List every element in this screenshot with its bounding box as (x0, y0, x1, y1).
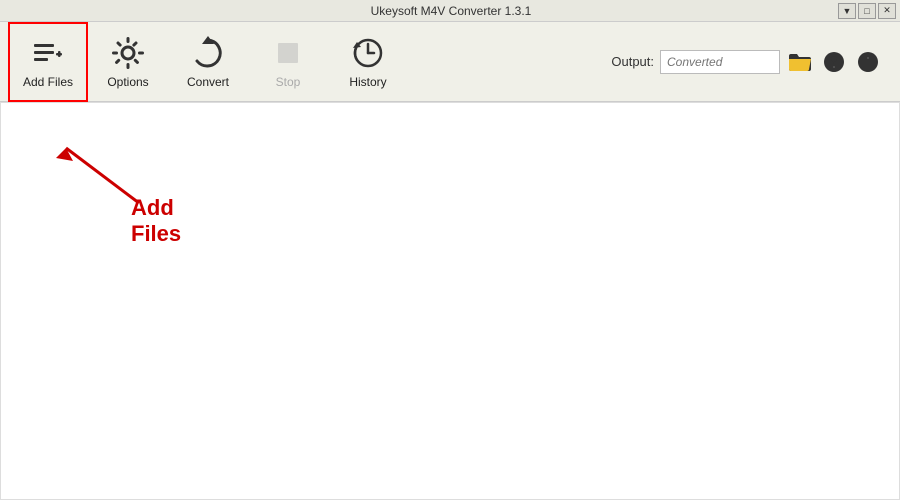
main-content: Add Files (0, 102, 900, 500)
info-button[interactable] (854, 48, 882, 76)
minimize-button[interactable]: ▼ (838, 3, 856, 19)
convert-button[interactable]: Convert (168, 22, 248, 102)
add-files-icon (30, 35, 66, 71)
output-path-input[interactable] (660, 50, 780, 74)
add-files-button[interactable]: Add Files (8, 22, 88, 102)
close-button[interactable]: ✕ (878, 3, 896, 19)
arrow-annotation (1, 103, 201, 223)
convert-icon (190, 35, 226, 71)
restore-button[interactable]: □ (858, 3, 876, 19)
options-button[interactable]: Options (88, 22, 168, 102)
history-label: History (349, 75, 386, 89)
stop-icon (270, 35, 306, 71)
history-button[interactable]: History (328, 22, 408, 102)
options-icon (110, 35, 146, 71)
stop-button[interactable]: Stop (248, 22, 328, 102)
window-controls[interactable]: ▼ □ ✕ (838, 3, 896, 19)
convert-label: Convert (187, 75, 229, 89)
add-files-label: Add Files (23, 75, 73, 89)
help-button[interactable] (820, 48, 848, 76)
browse-folder-button[interactable] (786, 48, 814, 76)
stop-label: Stop (276, 75, 301, 89)
history-icon (350, 35, 386, 71)
toolbar: Add Files Options (0, 22, 900, 102)
output-area: Output: (611, 48, 892, 76)
annotation-text: Add Files (131, 195, 181, 247)
output-label: Output: (611, 54, 654, 69)
title-bar: Ukeysoft M4V Converter 1.3.1 ▼ □ ✕ (0, 0, 900, 22)
options-label: Options (107, 75, 148, 89)
window-title: Ukeysoft M4V Converter 1.3.1 (64, 4, 838, 18)
